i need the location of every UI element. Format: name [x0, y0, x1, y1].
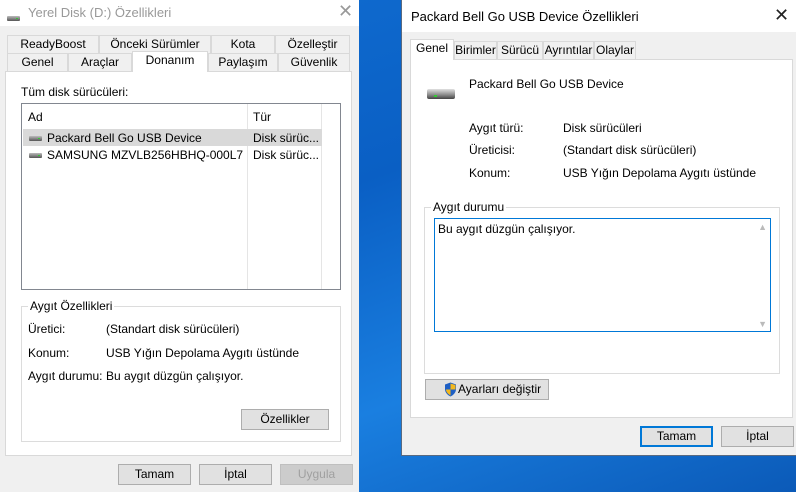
tab-details[interactable]: Ayrıntılar — [543, 41, 594, 59]
group-label: Aygıt durumu — [431, 200, 507, 214]
tab-events[interactable]: Olaylar — [594, 41, 636, 59]
device-status-textbox[interactable]: Bu aygıt düzgün çalışıyor. ▲ ▼ — [434, 218, 771, 332]
info-label: Üreticisi: — [469, 143, 516, 157]
disk-properties-window: Yerel Disk (D:) Özellikleri ✕ ReadyBoost… — [0, 0, 359, 492]
info-label: Konum: — [469, 166, 511, 180]
change-settings-label: Ayarları değiştir — [458, 382, 542, 396]
group-label: Aygıt Özellikleri — [28, 299, 115, 313]
device-type: Disk sürüc... — [253, 148, 320, 162]
device-name: Packard Bell Go USB Device — [469, 77, 624, 91]
tab-volumes[interactable]: Birimler — [454, 41, 497, 59]
drive-icon — [29, 136, 42, 142]
uac-shield-icon — [445, 382, 456, 397]
list-item[interactable]: Packard Bell Go USB Device Disk sürüc... — [23, 129, 322, 146]
column-header-name[interactable]: Ad — [28, 110, 43, 124]
prop-value: USB Yığın Depolama Aygıtı üstünde — [106, 346, 300, 360]
tab-general[interactable]: Genel — [410, 39, 454, 60]
ok-button[interactable]: Tamam — [118, 464, 191, 485]
close-icon[interactable]: ✕ — [338, 1, 353, 22]
properties-button[interactable]: Özellikler — [241, 409, 329, 430]
tab-hardware[interactable]: Donanım — [132, 51, 208, 72]
tab-readyboost[interactable]: ReadyBoost — [7, 35, 99, 53]
window-title: Yerel Disk (D:) Özellikleri — [28, 5, 172, 20]
prop-value: (Standart disk sürücüleri) — [106, 322, 240, 336]
device-type: Disk sürüc... — [253, 131, 320, 145]
column-header-type[interactable]: Tür — [253, 110, 271, 124]
device-name: Packard Bell Go USB Device — [47, 131, 202, 145]
drive-icon — [29, 153, 42, 159]
prop-label: Konum: — [28, 346, 70, 360]
cancel-button[interactable]: İptal — [199, 464, 272, 485]
tab-sharing[interactable]: Paylaşım — [208, 53, 278, 71]
change-settings-button[interactable]: Ayarları değiştir — [425, 379, 549, 400]
scroll-up-icon[interactable]: ▲ — [758, 222, 767, 232]
title-bar: Packard Bell Go USB Device Özellikleri ✕ — [402, 0, 796, 32]
device-properties-window: Packard Bell Go USB Device Özellikleri ✕… — [401, 0, 796, 456]
disk-list-label: Tüm disk sürücüleri: — [21, 85, 129, 99]
hardware-panel: Tüm disk sürücüleri: Ad Tür Packard Bell… — [5, 71, 352, 456]
info-value: (Standart disk sürücüleri) — [563, 143, 697, 157]
prop-label: Aygıt durumu: — [28, 369, 103, 383]
prop-label: Üretici: — [28, 322, 66, 336]
tab-quota[interactable]: Kota — [211, 35, 275, 53]
drive-icon — [427, 89, 455, 99]
status-text: Bu aygıt düzgün çalışıyor. — [438, 222, 576, 236]
tab-customize[interactable]: Özelleştir — [275, 35, 350, 53]
apply-button[interactable]: Uygula — [280, 464, 353, 485]
device-status-group: Aygıt durumu Bu aygıt düzgün çalışıyor. … — [424, 200, 780, 374]
device-name: SAMSUNG MZVLB256HBHQ-000L7 — [47, 148, 244, 162]
disk-list[interactable]: Ad Tür Packard Bell Go USB Device Disk s… — [21, 103, 341, 290]
title-bar: Yerel Disk (D:) Özellikleri ✕ — [0, 0, 359, 26]
info-value: USB Yığın Depolama Aygıtı üstünde — [563, 166, 757, 180]
drive-icon — [7, 16, 20, 22]
scroll-down-icon[interactable]: ▼ — [758, 319, 767, 329]
general-panel: Packard Bell Go USB Device Aygıt türü: D… — [410, 59, 793, 418]
list-item[interactable]: SAMSUNG MZVLB256HBHQ-000L7 Disk sürüc... — [23, 146, 322, 163]
tab-security[interactable]: Güvenlik — [278, 53, 350, 71]
info-value: Disk sürücüleri — [563, 121, 642, 135]
window-title: Packard Bell Go USB Device Özellikleri — [411, 9, 639, 24]
prop-value: Bu aygıt düzgün çalışıyor. — [106, 369, 244, 383]
ok-button[interactable]: Tamam — [640, 426, 713, 447]
close-icon[interactable]: ✕ — [774, 5, 789, 26]
tab-tools[interactable]: Araçlar — [68, 53, 132, 71]
device-properties-group: Aygıt Özellikleri Üretici: (Standart dis… — [21, 299, 341, 442]
cancel-button[interactable]: İptal — [721, 426, 794, 447]
tab-driver[interactable]: Sürücü — [497, 41, 543, 59]
tab-general[interactable]: Genel — [7, 53, 68, 71]
info-label: Aygıt türü: — [469, 121, 524, 135]
